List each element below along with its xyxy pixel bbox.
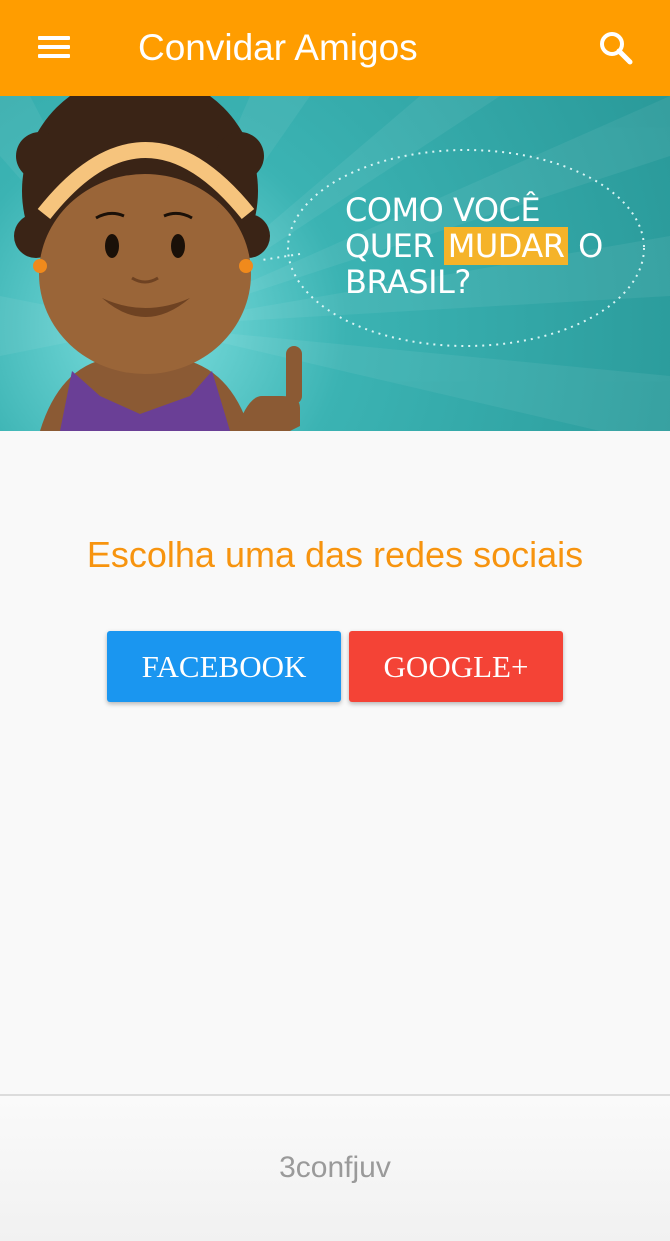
search-icon <box>600 32 633 65</box>
page-title: Convidar Amigos <box>138 27 418 68</box>
banner-line-2-suffix: O <box>578 227 603 265</box>
banner-text: COMO VOCÊ QUER MUDAR O BRASIL? <box>345 192 603 300</box>
menu-button[interactable] <box>22 22 84 74</box>
social-networks-heading: Escolha uma das redes sociais <box>86 534 584 575</box>
footer-text: 3confjuv <box>279 1151 391 1184</box>
banner-line-1: COMO VOCÊ <box>345 191 541 229</box>
search-button[interactable] <box>588 20 644 76</box>
app-bar: Convidar Amigos <box>0 0 670 96</box>
google-plus-button[interactable]: GOOGLE+ <box>349 631 563 702</box>
banner-highlight: MUDAR <box>443 227 569 265</box>
hero-banner: COMO VOCÊ QUER MUDAR O BRASIL? <box>0 96 670 431</box>
banner-line-2: QUER MUDAR O <box>345 227 603 265</box>
facebook-button[interactable]: FACEBOOK <box>107 631 341 702</box>
banner-line-3: BRASIL? <box>345 263 471 301</box>
banner-line-2-prefix: QUER <box>345 227 435 265</box>
